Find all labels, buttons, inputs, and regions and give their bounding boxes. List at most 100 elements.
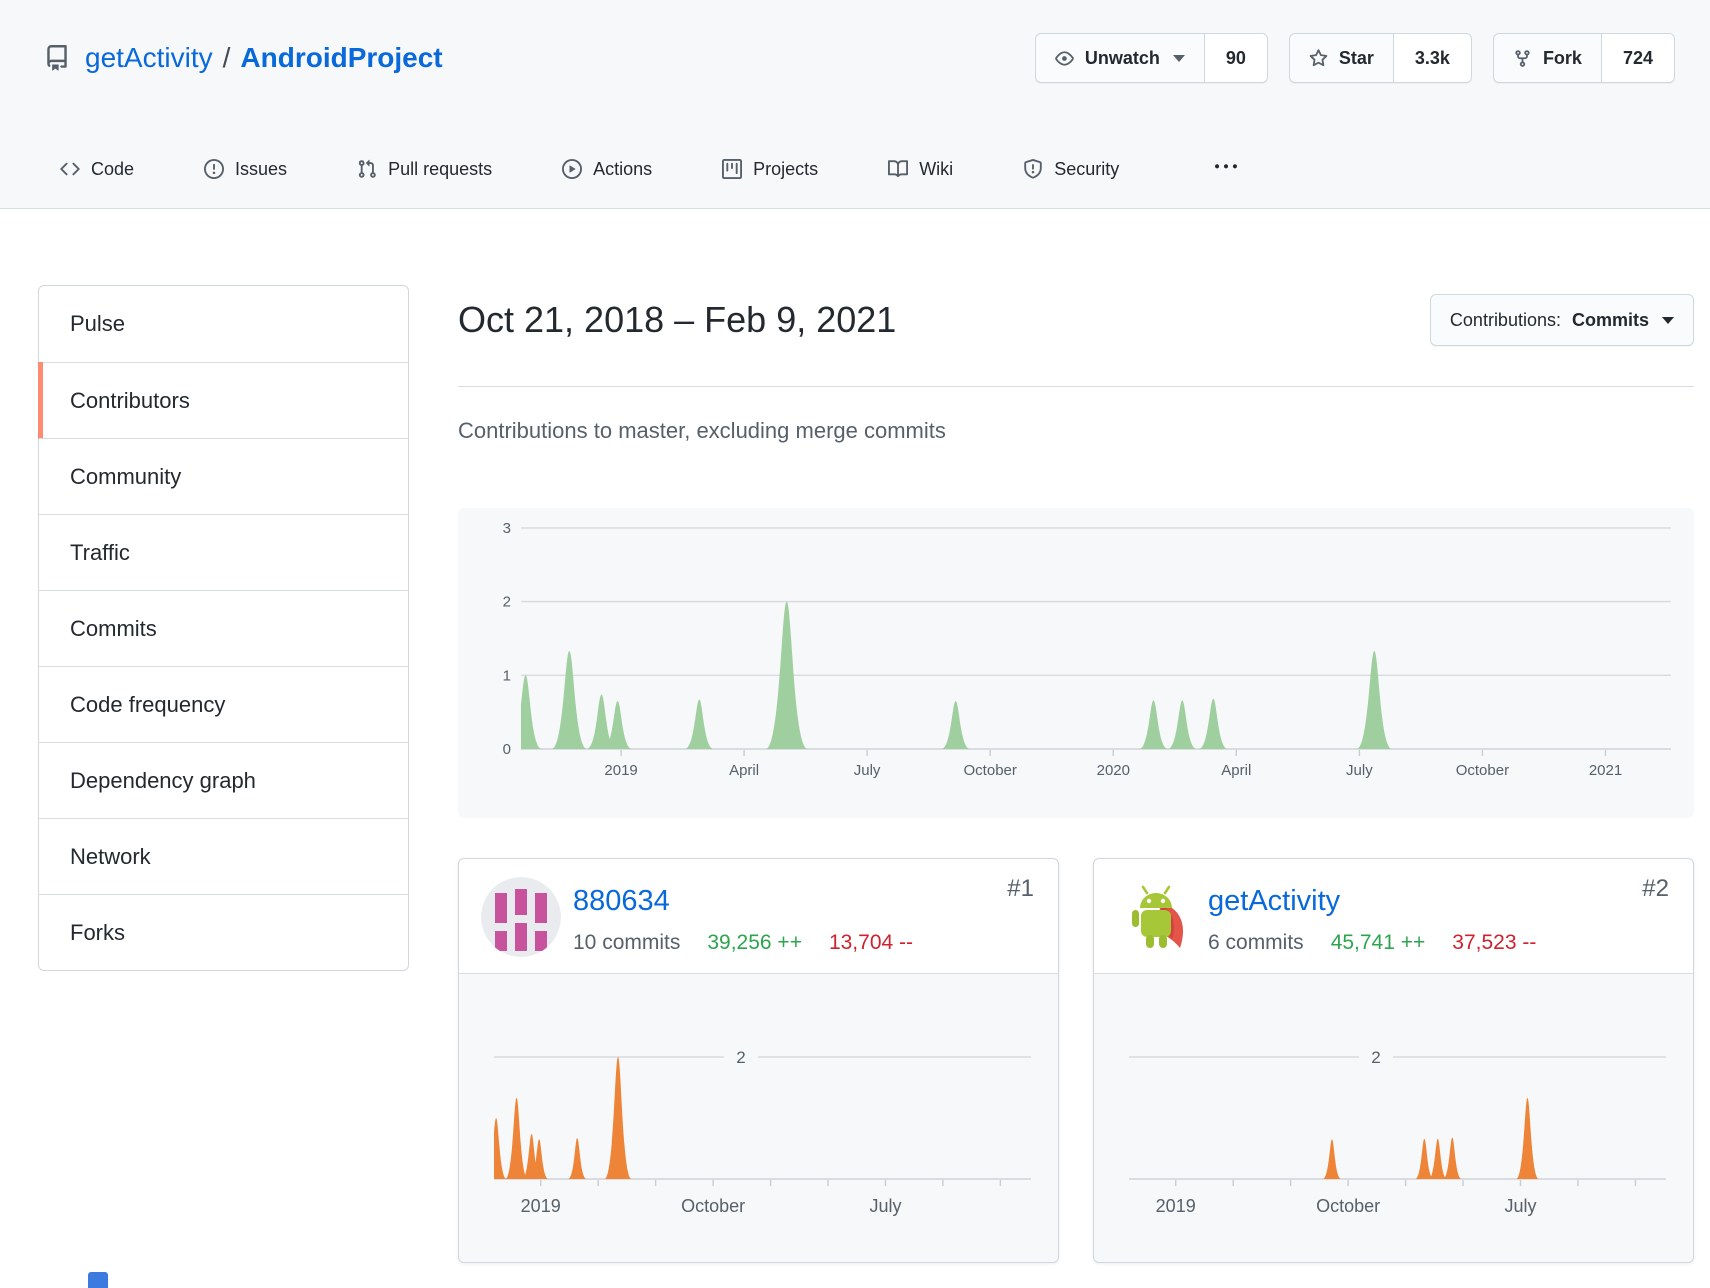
svg-text:2: 2 (736, 1048, 745, 1067)
kebab-horizontal-icon (1215, 156, 1237, 178)
contributor-graph-panel: 22019OctoberJuly (1094, 973, 1693, 1262)
sidebar-item-community[interactable]: Community (39, 438, 408, 514)
contributions-graph[interactable]: 32102019AprilJulyOctober2020AprilJulyOct… (458, 508, 1694, 818)
shield-icon (1023, 159, 1043, 179)
tab-security[interactable]: Security (1023, 159, 1119, 180)
sidebar-item-label: Community (70, 464, 181, 490)
commit-count[interactable]: 10 commits (573, 931, 680, 955)
insights-sidebar: Pulse Contributors Community Traffic Com… (38, 285, 409, 971)
contributor-rank: #2 (1642, 875, 1669, 903)
sidebar-item-code-frequency[interactable]: Code frequency (39, 666, 408, 742)
sidebar-item-label: Traffic (70, 540, 130, 566)
sidebar-item-contributors[interactable]: Contributors (39, 362, 408, 438)
sidebar-item-network[interactable]: Network (39, 818, 408, 894)
sidebar-item-forks[interactable]: Forks (39, 894, 408, 970)
tab-projects[interactable]: Projects (722, 159, 818, 180)
fork-button-group: Fork 724 (1493, 33, 1675, 83)
android-avatar (1116, 877, 1196, 957)
sidebar-item-label: Network (70, 844, 151, 870)
tab-security-label: Security (1054, 159, 1119, 180)
unwatch-button[interactable]: Unwatch (1036, 34, 1204, 82)
chevron-down-icon (1173, 55, 1185, 62)
fork-button[interactable]: Fork (1494, 34, 1601, 82)
svg-text:July: July (869, 1196, 901, 1216)
section-divider (458, 386, 1694, 387)
svg-text:2019: 2019 (604, 762, 637, 779)
play-icon (562, 159, 582, 179)
sidebar-item-label: Commits (70, 616, 157, 642)
svg-text:April: April (729, 762, 759, 779)
sidebar-item-label: Code frequency (70, 692, 225, 718)
watch-button-group: Unwatch 90 (1035, 33, 1268, 83)
stars-count[interactable]: 3.3k (1393, 34, 1471, 82)
filter-label: Contributions: (1450, 310, 1561, 331)
sidebar-item-commits[interactable]: Commits (39, 590, 408, 666)
contributor-name-link[interactable]: getActivity (1208, 885, 1340, 918)
avatar[interactable] (481, 877, 561, 957)
avatar[interactable] (1116, 877, 1196, 957)
star-button[interactable]: Star (1290, 34, 1393, 82)
code-icon (60, 159, 80, 179)
repo-action-buttons: Unwatch 90 Star 3.3k Fork 724 (1035, 33, 1675, 83)
contributor-cards: 880634 #1 10 commits 39,256 ++ 13,704 --… (458, 858, 1694, 1263)
svg-text:2019: 2019 (521, 1196, 561, 1216)
sidebar-item-dependency-graph[interactable]: Dependency graph (39, 742, 408, 818)
svg-text:July: July (1504, 1196, 1536, 1216)
tab-issues[interactable]: Issues (204, 159, 287, 180)
sidebar-item-traffic[interactable]: Traffic (39, 514, 408, 590)
star-button-group: Star 3.3k (1289, 33, 1472, 83)
unwatch-label: Unwatch (1085, 48, 1160, 69)
commit-count[interactable]: 6 commits (1208, 931, 1304, 955)
book-icon (888, 159, 908, 179)
contributor-card-2: getActivity #2 6 commits 45,741 ++ 37,52… (1093, 858, 1694, 1263)
issue-icon (204, 159, 224, 179)
tab-code-label: Code (91, 159, 134, 180)
tab-projects-label: Projects (753, 159, 818, 180)
additions-count: 39,256 ++ (707, 931, 802, 955)
repo-icon (44, 45, 70, 71)
forks-count[interactable]: 724 (1601, 34, 1674, 82)
contributor-name-link[interactable]: 880634 (573, 885, 670, 918)
repo-header: getActivity/AndroidProject Unwatch 90 St… (0, 0, 1710, 209)
tab-code[interactable]: Code (60, 159, 134, 180)
tab-issues-label: Issues (235, 159, 287, 180)
tab-pull-requests[interactable]: Pull requests (357, 159, 492, 180)
chevron-down-icon (1662, 317, 1674, 324)
star-icon (1309, 49, 1328, 68)
tab-pull-requests-label: Pull requests (388, 159, 492, 180)
star-label: Star (1339, 48, 1374, 69)
sidebar-item-label: Dependency graph (70, 768, 256, 794)
repo-nav-tabs: Code Issues Pull requests Actions Projec… (60, 130, 1237, 208)
svg-text:October: October (681, 1196, 745, 1216)
project-icon (722, 159, 742, 179)
pull-request-icon (357, 159, 377, 179)
tab-actions[interactable]: Actions (562, 159, 652, 180)
svg-text:2: 2 (1371, 1048, 1380, 1067)
svg-text:3: 3 (503, 520, 511, 537)
repo-name-link[interactable]: AndroidProject (240, 42, 442, 73)
contributions-graph-panel: 32102019AprilJulyOctober2020AprilJulyOct… (458, 508, 1694, 818)
contributor-card-1: 880634 #1 10 commits 39,256 ++ 13,704 --… (458, 858, 1059, 1263)
tab-wiki[interactable]: Wiki (888, 159, 953, 180)
cutoff-blue-element[interactable] (88, 1272, 108, 1288)
contributor-graph: 22019OctoberJuly (1094, 974, 1693, 1262)
watchers-count[interactable]: 90 (1204, 34, 1267, 82)
filter-value: Commits (1572, 310, 1649, 331)
contribution-type-dropdown[interactable]: Contributions: Commits (1430, 294, 1694, 346)
svg-text:1: 1 (503, 667, 511, 684)
svg-text:July: July (854, 762, 881, 779)
repo-owner-link[interactable]: getActivity (85, 42, 213, 73)
sidebar-item-pulse[interactable]: Pulse (39, 286, 408, 362)
contributors-main: Oct 21, 2018 – Feb 9, 2021 Contributions… (458, 294, 1694, 1269)
fork-icon (1513, 49, 1532, 68)
svg-text:April: April (1221, 762, 1251, 779)
sidebar-item-label: Contributors (70, 388, 190, 414)
sidebar-item-label: Pulse (70, 311, 125, 337)
breadcrumb: getActivity/AndroidProject (44, 33, 443, 83)
tab-actions-label: Actions (593, 159, 652, 180)
chart-caption: Contributions to master, excluding merge… (458, 418, 946, 444)
nav-overflow-button[interactable] (1215, 156, 1237, 183)
svg-text:October: October (1316, 1196, 1380, 1216)
tab-wiki-label: Wiki (919, 159, 953, 180)
eye-icon (1055, 49, 1074, 68)
